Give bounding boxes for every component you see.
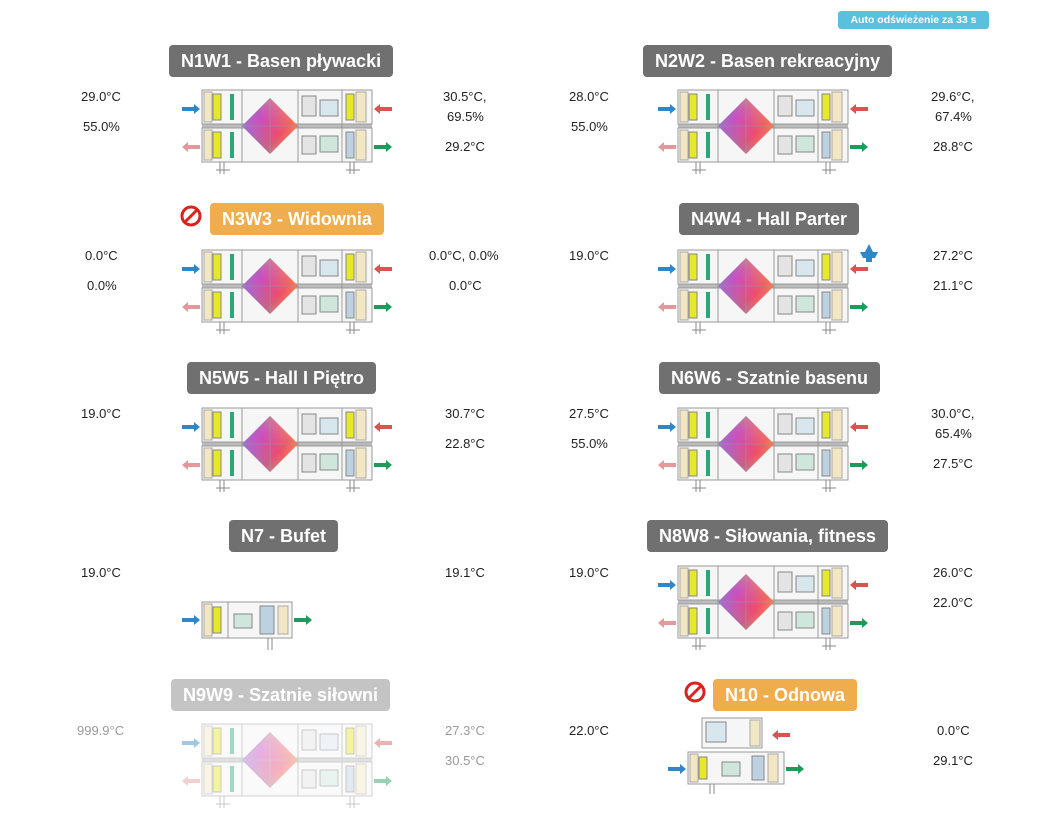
supply-temp: 22.0°C bbox=[569, 723, 609, 738]
ahu-diagram[interactable] bbox=[180, 598, 314, 654]
room-temp: 29.6°C, bbox=[931, 89, 975, 104]
ahu-diagram[interactable] bbox=[180, 86, 394, 178]
room-temp: 30.7°C bbox=[445, 406, 485, 421]
unit-title[interactable]: N4W4 - Hall Parter bbox=[679, 203, 860, 235]
supply-temp: 19.0°C bbox=[569, 565, 609, 580]
unit-title[interactable]: N10 - Odnowa bbox=[713, 679, 858, 711]
room-temp: 30.5°C, bbox=[443, 89, 487, 104]
supply-temp: 29.0°C bbox=[81, 89, 121, 104]
unit-title[interactable]: N6W6 - Szatnie basenu bbox=[659, 362, 881, 394]
ahu-diagram[interactable] bbox=[666, 716, 810, 800]
room-temp: 27.3°C bbox=[445, 723, 485, 738]
unit-title[interactable]: N2W2 - Basen rekreacyjny bbox=[643, 45, 893, 77]
room-temp: 0.0°C bbox=[937, 723, 970, 738]
ban-icon bbox=[180, 205, 202, 227]
supply-temp: 999.9°C bbox=[77, 723, 125, 738]
exhaust-temp: 29.1°C bbox=[933, 753, 973, 768]
exhaust-temp: 27.5°C bbox=[933, 456, 973, 471]
ban-icon bbox=[684, 681, 706, 703]
unit-title[interactable]: N5W5 - Hall I Piętro bbox=[187, 362, 377, 394]
ahu-diagram[interactable] bbox=[180, 720, 394, 812]
unit-title[interactable]: N3W3 - Widownia bbox=[210, 203, 384, 235]
room-temp: 27.2°C bbox=[933, 248, 973, 263]
supply-humidity: 55.0% bbox=[571, 436, 608, 451]
supply-temp: 19.0°C bbox=[569, 248, 609, 263]
supply-temp: 0.0°C bbox=[85, 248, 118, 263]
room-temp: 30.0°C, bbox=[931, 406, 975, 421]
room-humidity: 67.4% bbox=[935, 109, 972, 124]
room-humidity: 69.5% bbox=[447, 109, 484, 124]
supply-humidity: 55.0% bbox=[83, 119, 120, 134]
ahu-diagram[interactable] bbox=[656, 246, 870, 338]
exhaust-temp: 0.0°C bbox=[449, 278, 482, 293]
exhaust-temp: 21.1°C bbox=[933, 278, 973, 293]
room-temp-humidity: 0.0°C, 0.0% bbox=[429, 248, 499, 263]
ahu-diagram[interactable] bbox=[656, 562, 870, 654]
supply-temp: 19.0°C bbox=[81, 406, 121, 421]
ahu-diagram[interactable] bbox=[656, 404, 870, 496]
unit-title[interactable]: N7 - Bufet bbox=[229, 520, 338, 552]
ahu-diagram[interactable] bbox=[180, 404, 394, 496]
supply-humidity: 55.0% bbox=[571, 119, 608, 134]
room-humidity: 65.4% bbox=[935, 426, 972, 441]
room-temp: 26.0°C bbox=[933, 565, 973, 580]
ahu-diagram[interactable] bbox=[656, 86, 870, 178]
exhaust-temp: 30.5°C bbox=[445, 753, 485, 768]
auto-refresh-badge: Auto odświeżenie za 33 s bbox=[838, 11, 989, 29]
supply-temp: 28.0°C bbox=[569, 89, 609, 104]
supply-humidity: 0.0% bbox=[87, 278, 117, 293]
supply-temp: 19.0°C bbox=[81, 565, 121, 580]
unit-title[interactable]: N1W1 - Basen pływacki bbox=[169, 45, 394, 77]
unit-title[interactable]: N9W9 - Szatnie siłowni bbox=[171, 679, 391, 711]
exhaust-temp: 22.8°C bbox=[445, 436, 485, 451]
ahu-diagram[interactable] bbox=[180, 246, 394, 338]
exhaust-temp: 28.8°C bbox=[933, 139, 973, 154]
exhaust-temp: 22.0°C bbox=[933, 595, 973, 610]
supply-temp: 27.5°C bbox=[569, 406, 609, 421]
room-temp: 19.1°C bbox=[445, 565, 485, 580]
exhaust-temp: 29.2°C bbox=[445, 139, 485, 154]
unit-title[interactable]: N8W8 - Siłowania, fitness bbox=[647, 520, 889, 552]
fan-icon bbox=[860, 244, 878, 262]
